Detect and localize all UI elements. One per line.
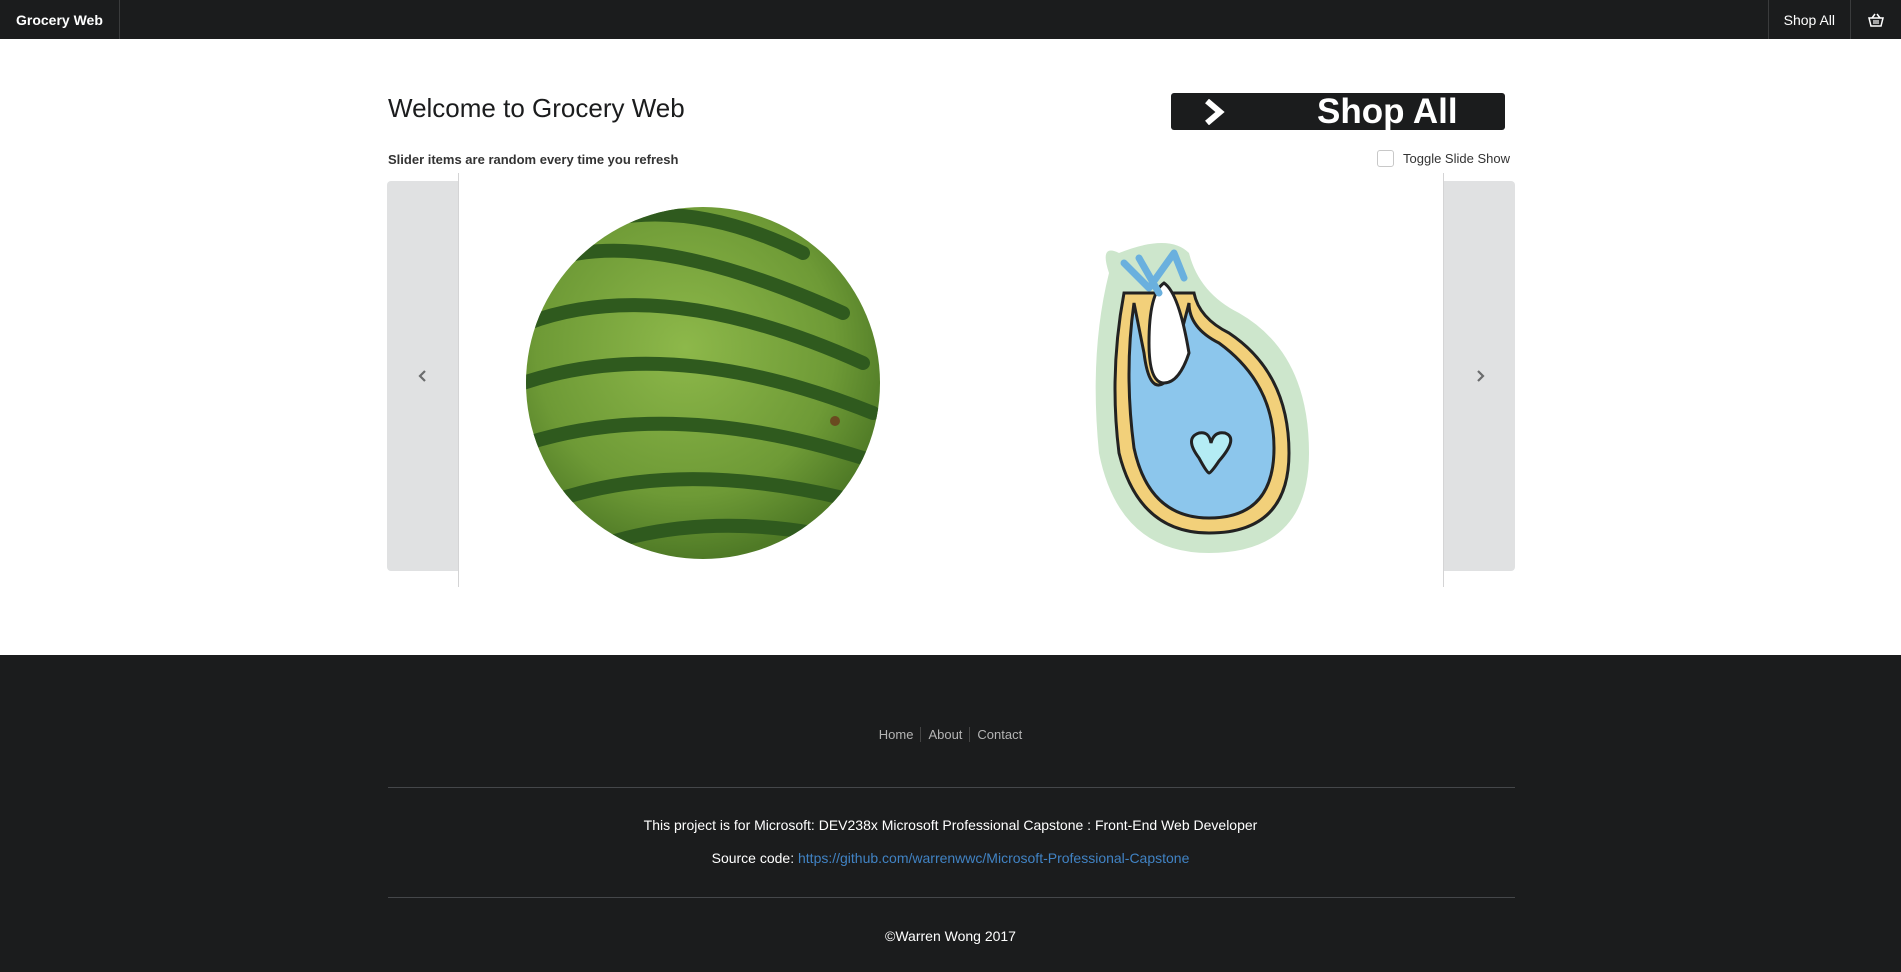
source-code-label: Source code: (711, 850, 795, 866)
footer: Home About Contact This project is for M… (0, 655, 1901, 972)
nav-shop-all-link[interactable]: Shop All (1767, 0, 1850, 39)
slider-note: Slider items are random every time you r… (388, 152, 679, 167)
source-code-line: Source code: https://github.com/warrenww… (0, 850, 1901, 866)
brand-link[interactable]: Grocery Web (0, 0, 120, 39)
chevron-right-icon (1476, 370, 1485, 382)
footer-link-contact[interactable]: Contact (969, 727, 1029, 742)
toggle-slide-show-label: Toggle Slide Show (1403, 151, 1510, 166)
source-code-link[interactable]: https://github.com/warrenwwc/Microsoft-P… (798, 850, 1189, 866)
chevron-left-icon (417, 370, 426, 382)
watermelon-image[interactable] (523, 203, 883, 563)
top-nav: Grocery Web Shop All (0, 0, 1901, 39)
product-slider (387, 173, 1515, 587)
footer-link-about[interactable]: About (920, 727, 969, 742)
shop-all-banner-label: Shop All (1317, 92, 1458, 131)
footer-links: Home About Contact (0, 727, 1901, 742)
page-title: Welcome to Grocery Web (388, 93, 685, 123)
baby-bib-image[interactable] (1079, 233, 1319, 563)
shopping-basket-icon (1868, 13, 1884, 27)
footer-link-home[interactable]: Home (872, 727, 921, 742)
toggle-slide-show-checkbox[interactable] (1377, 150, 1394, 167)
project-text: This project is for Microsoft: DEV238x M… (643, 817, 1258, 833)
shop-all-banner[interactable]: Shop All (1171, 92, 1505, 131)
slide-area (458, 173, 1444, 587)
toggle-slide-show[interactable]: Toggle Slide Show (1377, 150, 1510, 167)
chevron-right-icon (1205, 99, 1225, 125)
footer-divider (388, 787, 1515, 788)
footer-divider (388, 897, 1515, 898)
slider-prev-button[interactable] (387, 181, 458, 571)
cart-button[interactable] (1850, 0, 1901, 39)
slider-next-button[interactable] (1444, 181, 1515, 571)
copyright: ©Warren Wong 2017 (885, 928, 1016, 944)
